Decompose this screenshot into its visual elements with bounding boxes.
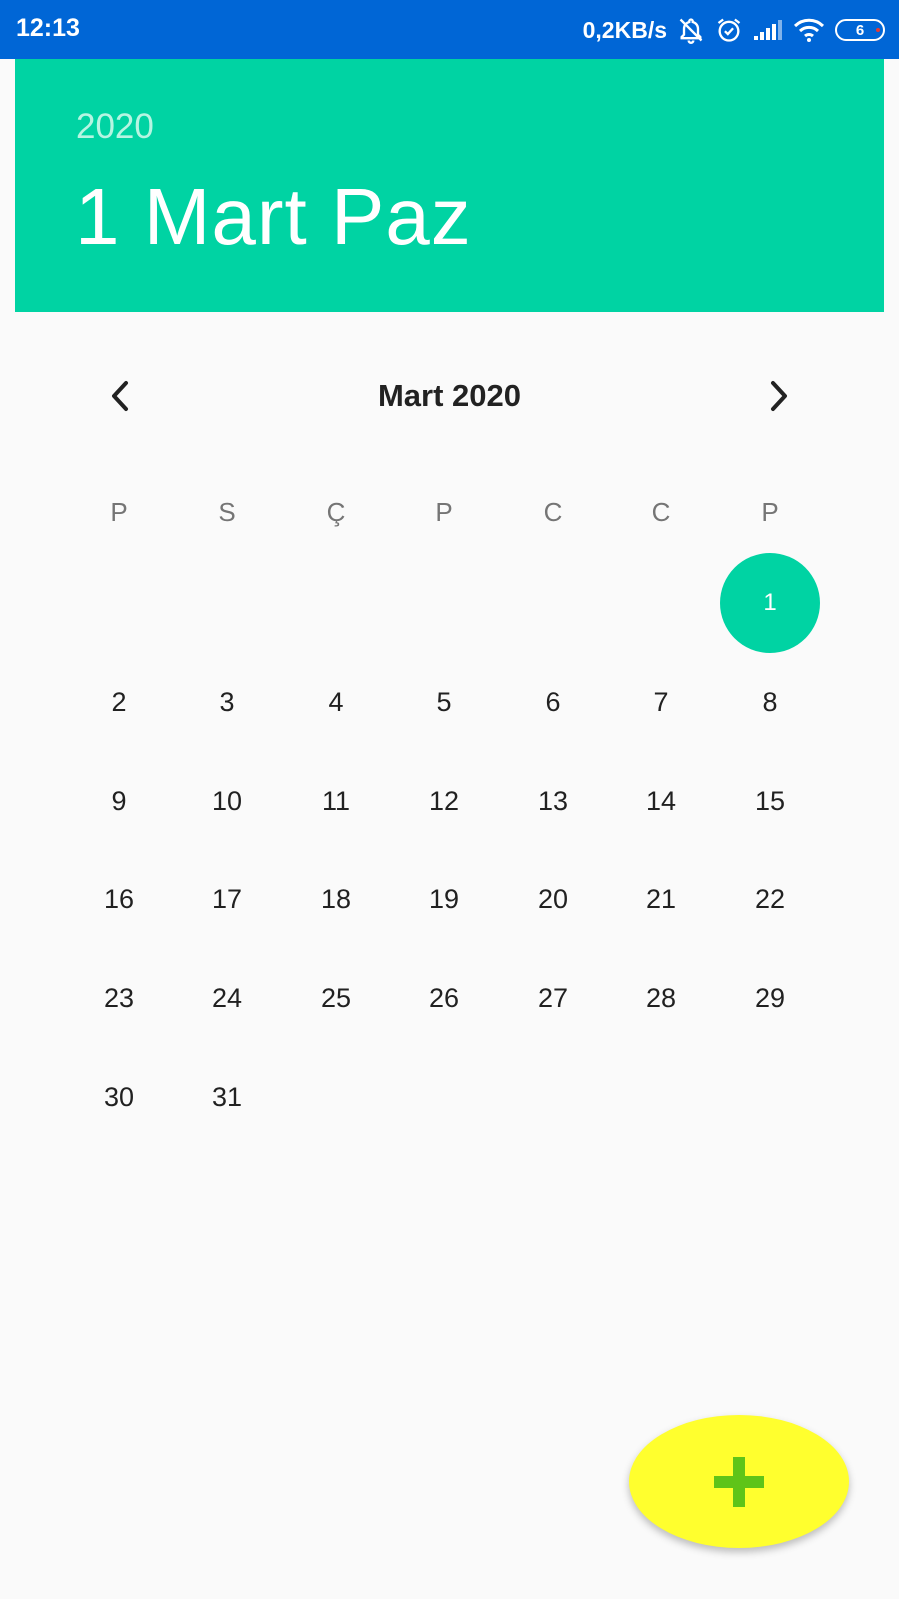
calendar-day[interactable]: 4 xyxy=(286,652,386,752)
calendar-day-selected[interactable]: 1 xyxy=(720,553,820,653)
calendar-day[interactable]: 3 xyxy=(177,652,277,752)
calendar-day[interactable]: 23 xyxy=(69,948,169,1048)
day-number: 26 xyxy=(428,982,460,1013)
calendar-day[interactable]: 20 xyxy=(503,849,603,949)
header-selected-date[interactable]: 1 Mart Paz xyxy=(75,171,472,263)
day-number: 3 xyxy=(219,686,235,717)
calendar-day[interactable]: 18 xyxy=(286,849,386,949)
month-navigation: Mart 2020 xyxy=(0,366,899,426)
weekday-label: Ç xyxy=(326,496,346,527)
calendar-day[interactable]: 30 xyxy=(69,1047,169,1147)
day-number: 22 xyxy=(754,883,786,914)
day-number: 15 xyxy=(754,785,786,816)
calendar-day[interactable]: 31 xyxy=(177,1047,277,1147)
signal-icon xyxy=(753,19,783,41)
date-picker-header: 2020 1 Mart Paz xyxy=(15,59,884,312)
day-number: 31 xyxy=(211,1081,243,1112)
calendar-day[interactable]: 24 xyxy=(177,948,277,1048)
header-year[interactable]: 2020 xyxy=(76,107,154,147)
day-number: 13 xyxy=(537,785,569,816)
calendar-day[interactable]: 15 xyxy=(720,751,820,851)
day-number: 30 xyxy=(103,1081,135,1112)
calendar-day[interactable]: 22 xyxy=(720,849,820,949)
status-icons: 0,2KB/s 6 xyxy=(583,12,885,48)
calendar-day[interactable]: 29 xyxy=(720,948,820,1048)
calendar-day[interactable]: 9 xyxy=(69,751,169,851)
day-number: 25 xyxy=(320,982,352,1013)
day-number: 24 xyxy=(211,982,243,1013)
day-number: 10 xyxy=(211,785,243,816)
calendar-day[interactable]: 10 xyxy=(177,751,277,851)
mute-icon xyxy=(677,16,705,44)
day-number: 17 xyxy=(211,883,243,914)
battery-level: 6 xyxy=(855,21,865,39)
day-number: 6 xyxy=(545,686,561,717)
battery-icon: 6 xyxy=(835,19,885,41)
day-number: 18 xyxy=(320,883,352,914)
day-number: 2 xyxy=(111,686,127,717)
status-bar: 12:13 0,2KB/s 6 xyxy=(0,0,899,59)
day-number: 16 xyxy=(103,883,135,914)
weekday-label: P xyxy=(435,496,453,527)
calendar-day[interactable]: 14 xyxy=(611,751,711,851)
day-number: 20 xyxy=(537,883,569,914)
day-number: 4 xyxy=(328,686,344,717)
calendar-day[interactable]: 5 xyxy=(394,652,494,752)
wifi-icon xyxy=(793,17,825,43)
weekday-label: C xyxy=(543,496,563,527)
day-number: 11 xyxy=(321,785,351,816)
calendar-day[interactable]: 28 xyxy=(611,948,711,1048)
day-number: 8 xyxy=(762,686,778,717)
day-number: 28 xyxy=(645,982,677,1013)
calendar-day[interactable]: 25 xyxy=(286,948,386,1048)
day-number: 5 xyxy=(436,686,452,717)
add-button[interactable] xyxy=(629,1415,849,1548)
day-number: 29 xyxy=(754,982,786,1013)
status-time: 12:13 xyxy=(16,14,80,42)
calendar-day[interactable]: 7 xyxy=(611,652,711,752)
day-number: 19 xyxy=(428,883,460,914)
chevron-right-icon xyxy=(771,381,787,411)
calendar-day[interactable]: 11 xyxy=(286,751,386,851)
next-month-button[interactable] xyxy=(759,376,799,416)
weekday-label: S xyxy=(218,496,236,527)
day-number: 9 xyxy=(111,785,127,816)
calendar-day[interactable]: 27 xyxy=(503,948,603,1048)
weekday-label: P xyxy=(110,496,128,527)
calendar-day[interactable]: 6 xyxy=(503,652,603,752)
day-number: 7 xyxy=(653,686,669,717)
calendar-day[interactable]: 21 xyxy=(611,849,711,949)
calendar-day[interactable]: 19 xyxy=(394,849,494,949)
day-number: 27 xyxy=(537,982,569,1013)
day-number: 12 xyxy=(428,785,460,816)
day-number: 14 xyxy=(645,785,677,816)
battery-low-indicator xyxy=(876,28,880,32)
weekday-label: P xyxy=(761,496,779,527)
calendar-day[interactable]: 17 xyxy=(177,849,277,949)
weekday-header: PSÇPCCP xyxy=(0,490,899,534)
calendar-day[interactable]: 13 xyxy=(503,751,603,851)
plus-icon xyxy=(714,1456,764,1507)
weekday-label: C xyxy=(651,496,671,527)
calendar-day[interactable]: 26 xyxy=(394,948,494,1048)
calendar-day[interactable]: 8 xyxy=(720,652,820,752)
calendar-day[interactable]: 16 xyxy=(69,849,169,949)
day-number: 1 xyxy=(763,589,777,616)
network-speed: 0,2KB/s xyxy=(582,16,667,43)
alarm-icon xyxy=(715,16,743,44)
day-number: 23 xyxy=(103,982,135,1013)
calendar-day[interactable]: 2 xyxy=(69,652,169,752)
day-number: 21 xyxy=(645,883,677,914)
calendar-day[interactable]: 12 xyxy=(394,751,494,851)
